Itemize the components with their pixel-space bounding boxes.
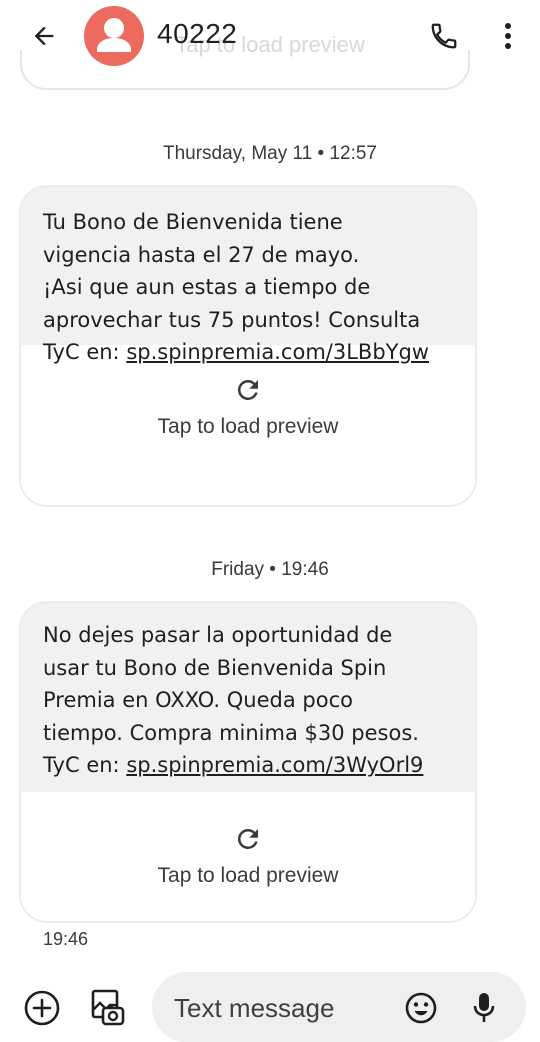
message-link[interactable]: sp.spinpremia.com/3WyOrl9 [126, 753, 423, 777]
composer-bar [0, 962, 540, 1042]
more-vert-icon [505, 23, 511, 49]
date-separator: Friday • 19:46 [211, 559, 329, 580]
mic-icon [473, 993, 495, 1022]
link-prefix: TyC en: [43, 340, 127, 364]
message-line: ¡Asi que aun estas a tiempo de [43, 275, 371, 299]
emoji-button[interactable] [402, 989, 440, 1027]
date-separator: Thursday, May 11 • 12:57 [162, 143, 377, 164]
tap-to-load-preview[interactable]: Tap to load preview [21, 415, 475, 439]
message-line: vigencia hasta el 27 de mayo. [43, 242, 360, 267]
message-input-pill[interactable] [152, 972, 526, 1042]
message-bubble[interactable]: No dejes pasar la oportunidad de usar tu… [19, 601, 477, 923]
gallery-icon [91, 989, 125, 1026]
message-line-link: TyC en: sp.spinpremia.com/3WyOrl9 [43, 749, 453, 782]
emoji-icon [405, 992, 437, 1024]
message-line: aprovechar tus 75 puntos! Consulta [43, 307, 421, 332]
avatar[interactable] [84, 6, 144, 66]
message-line: Premia en OXXO. Queda poco [43, 688, 353, 712]
message-link[interactable]: sp.spinpremia.com/3LBbYgw [126, 340, 429, 364]
back-button[interactable] [24, 16, 64, 56]
back-arrow-icon [34, 26, 54, 46]
tap-to-load-preview[interactable]: Tap to load preview [21, 864, 475, 888]
call-button[interactable] [424, 16, 464, 56]
contact-title[interactable]: 40222 [157, 18, 237, 50]
message-line-link: TyC en: sp.spinpremia.com/3LBbYgw [43, 336, 453, 369]
link-preview[interactable]: Tap to load preview [21, 792, 475, 921]
avatar-person-icon [97, 18, 131, 52]
message-line: No dejes pasar la oportunidad de [43, 623, 393, 647]
voice-input-button[interactable] [466, 989, 502, 1027]
add-icon [24, 990, 60, 1026]
message-text: Tu Bono de Bienvenida tiene vigencia has… [21, 187, 475, 364]
more-options-button[interactable] [488, 16, 528, 56]
message-line: usar tu Bono de Bienvenida Spin [43, 655, 387, 680]
conversation-header: 40222 [0, 0, 540, 72]
message-input[interactable] [172, 984, 396, 1032]
message-text: No dejes pasar la oportunidad de usar tu… [21, 603, 475, 792]
message-bubble[interactable]: Tu Bono de Bienvenida tiene vigencia has… [19, 185, 477, 507]
reload-icon [237, 379, 258, 400]
link-prefix: TyC en: [43, 753, 127, 777]
message-line: tiempo. Compra minima $30 pesos. [43, 720, 419, 745]
phone-icon [431, 23, 457, 49]
message-line: Tu Bono de Bienvenida tiene [43, 210, 343, 234]
add-attachment-button[interactable] [22, 988, 62, 1028]
link-preview[interactable]: Tap to load preview [21, 345, 475, 505]
message-timestamp: 19:46 [43, 929, 89, 949]
gallery-button[interactable] [85, 986, 129, 1030]
reload-icon [237, 829, 258, 849]
